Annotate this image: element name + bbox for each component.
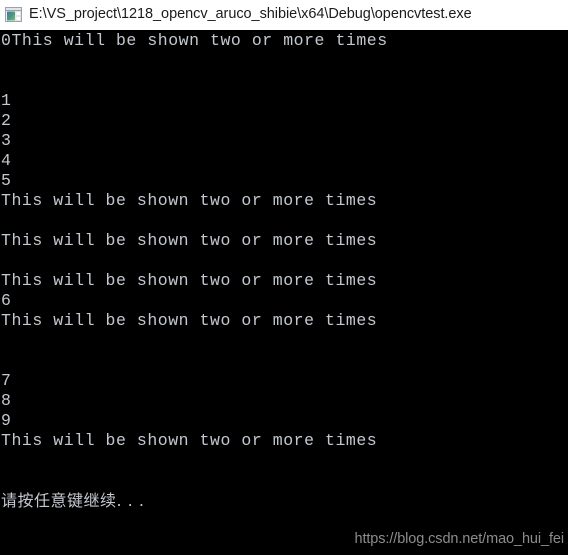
- console-line: 0This will be shown two or more times: [1, 31, 388, 50]
- console-line: 8: [1, 391, 12, 410]
- console-output-area[interactable]: 0This will be shown two or more times 12…: [0, 31, 568, 555]
- watermark-url: https://blog.csdn.net/mao_hui_fei: [354, 531, 564, 547]
- console-line: 7: [1, 371, 12, 390]
- console-line: 4: [1, 151, 12, 170]
- console-window: E:\VS_project\1218_opencv_aruco_shibie\x…: [0, 0, 568, 555]
- console-line: This will be shown two or more times: [1, 231, 378, 250]
- console-line: 请按任意键继续. . .: [1, 491, 145, 510]
- window-titlebar[interactable]: E:\VS_project\1218_opencv_aruco_shibie\x…: [0, 0, 568, 30]
- console-line: 3: [1, 131, 12, 150]
- console-window-icon: [5, 6, 22, 23]
- console-line: This will be shown two or more times: [1, 271, 378, 290]
- console-text: 0This will be shown two or more times 12…: [0, 31, 568, 511]
- console-line: 9: [1, 411, 12, 430]
- console-line: This will be shown two or more times: [1, 311, 378, 330]
- console-line: 6: [1, 291, 12, 310]
- console-line: This will be shown two or more times: [1, 431, 378, 450]
- console-line: This will be shown two or more times: [1, 191, 378, 210]
- console-line: 1: [1, 91, 12, 110]
- window-title: E:\VS_project\1218_opencv_aruco_shibie\x…: [29, 6, 472, 23]
- console-line: 2: [1, 111, 12, 130]
- console-line: 5: [1, 171, 12, 190]
